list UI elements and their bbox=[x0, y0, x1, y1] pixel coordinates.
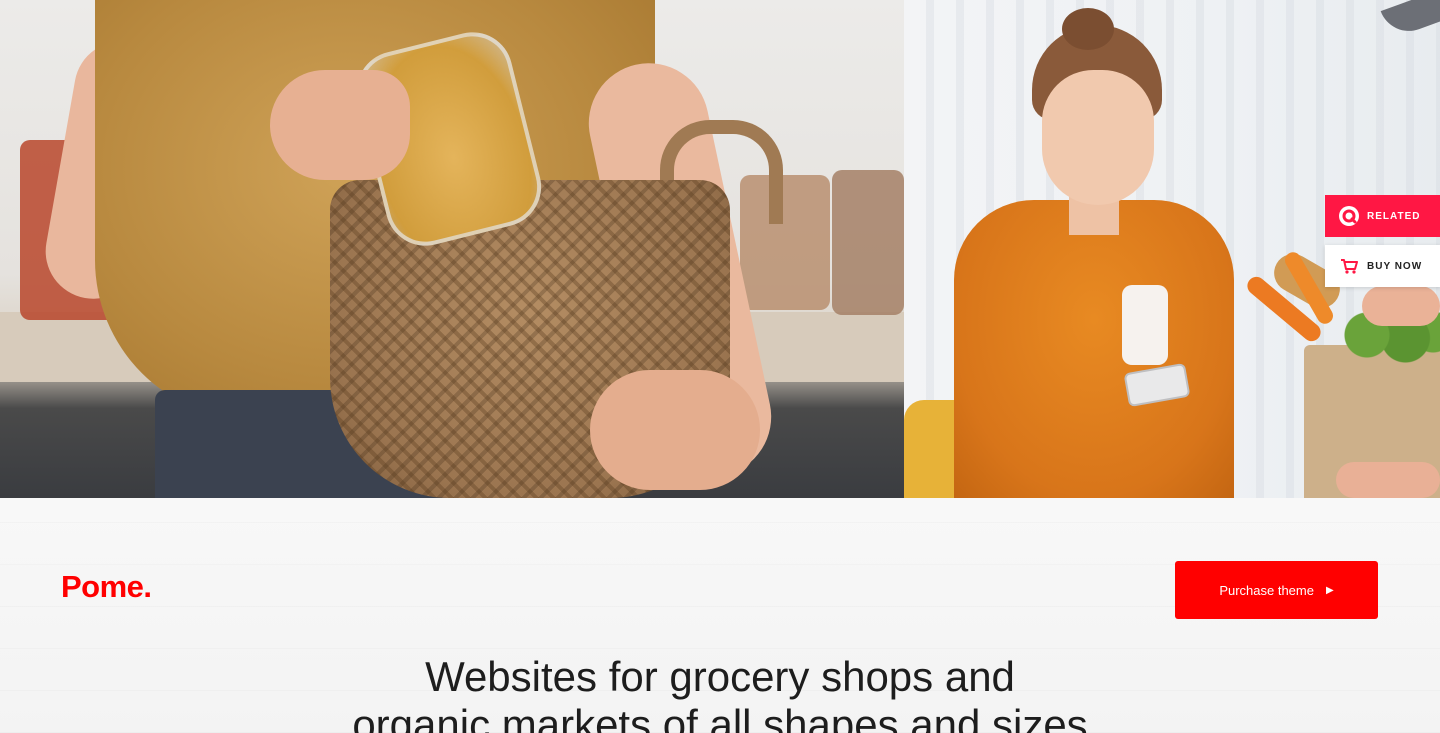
headline-line-1: Websites for grocery shops and bbox=[425, 653, 1015, 700]
hand bbox=[270, 70, 410, 180]
face bbox=[1042, 70, 1154, 205]
hero-images bbox=[0, 0, 1440, 498]
hand bbox=[1336, 462, 1440, 498]
cart-icon bbox=[1337, 254, 1361, 278]
hand bbox=[590, 370, 760, 490]
hand bbox=[1362, 286, 1440, 326]
storage-jar bbox=[832, 170, 904, 315]
related-label: RELATED bbox=[1367, 210, 1421, 222]
caret-right-icon: ▶ bbox=[1325, 584, 1334, 596]
purchase-theme-button[interactable]: Purchase theme ▶ bbox=[1175, 561, 1378, 619]
brand-logo[interactable]: Pome. bbox=[61, 569, 152, 605]
hair-bun bbox=[1062, 8, 1114, 50]
hero-photo-woman-with-basket bbox=[0, 0, 904, 498]
white-top bbox=[1122, 285, 1168, 365]
orange-shirt bbox=[954, 200, 1234, 498]
related-ring-icon bbox=[1337, 204, 1361, 228]
headline-line-2: organic markets of all shapes and sizes bbox=[352, 701, 1088, 733]
buy-now-label: BUY NOW bbox=[1367, 260, 1423, 272]
intro-section: Pome. Purchase theme ▶ Websites for groc… bbox=[0, 498, 1440, 733]
page-headline: Websites for grocery shops and organic m… bbox=[0, 653, 1440, 733]
buy-now-button[interactable]: BUY NOW bbox=[1325, 245, 1440, 287]
purchase-theme-label: Purchase theme bbox=[1219, 582, 1314, 598]
related-button[interactable]: RELATED bbox=[1325, 195, 1440, 237]
